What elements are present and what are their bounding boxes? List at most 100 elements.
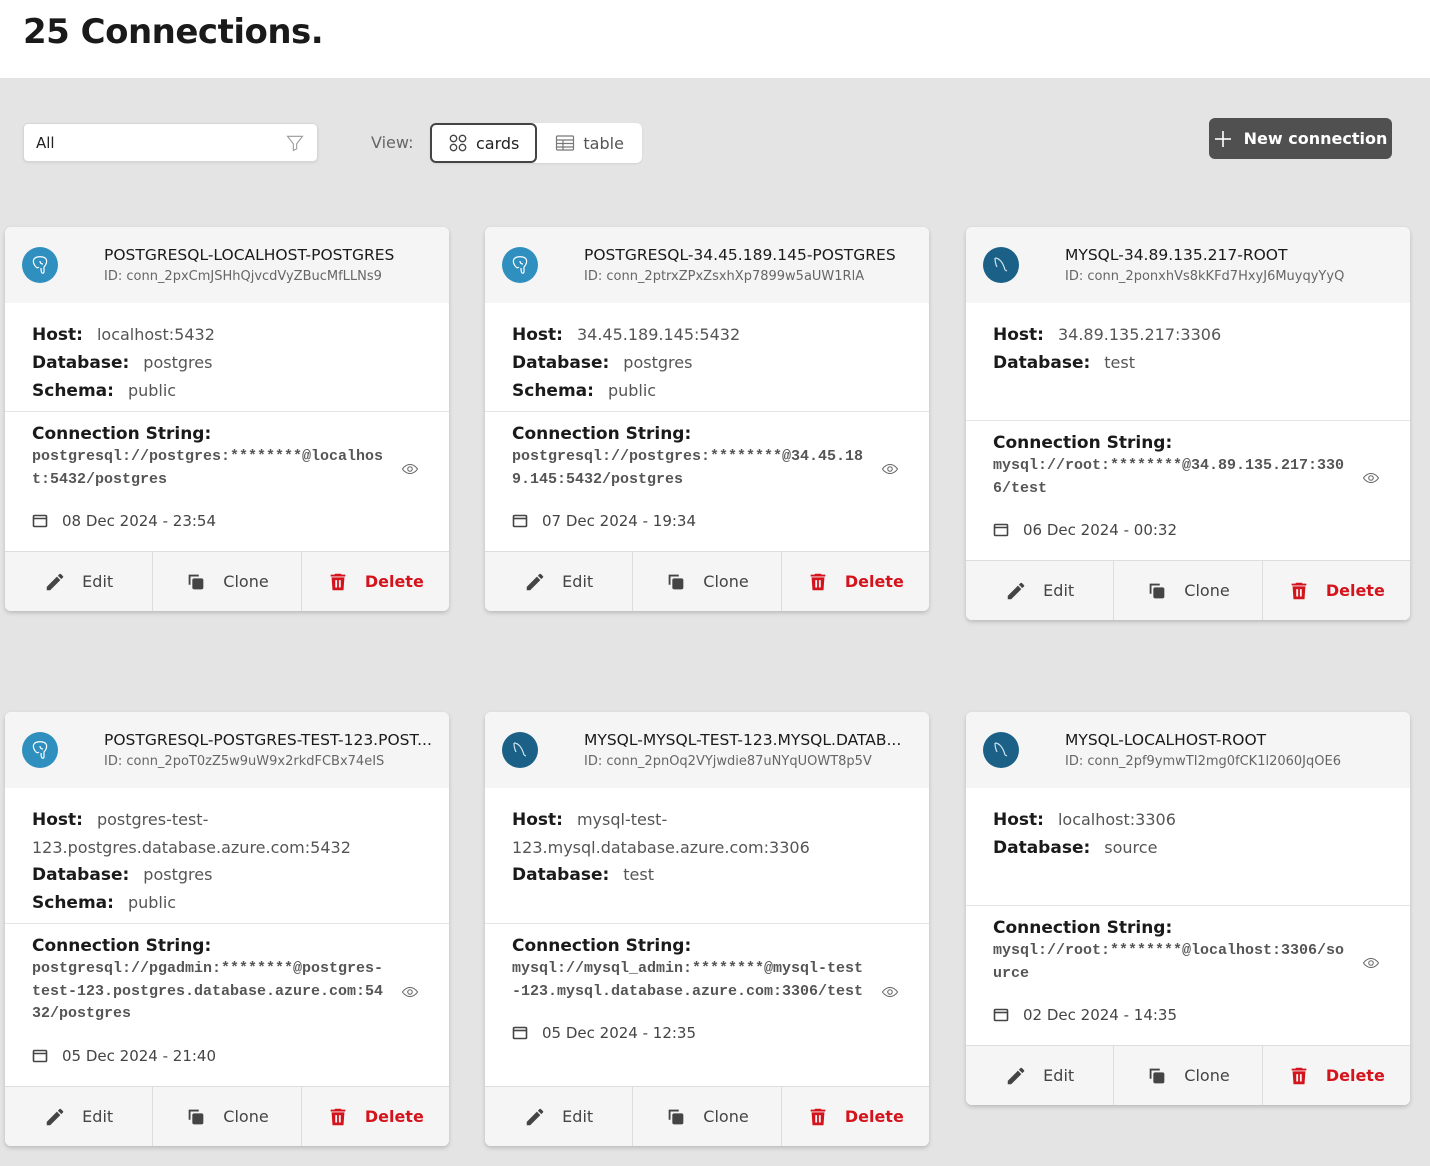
connection-title: POSTGRESQL-34.45.189.145-POSTGRES (584, 246, 896, 264)
connection-string-label: Connection String: (993, 433, 1173, 453)
eye-icon[interactable] (1362, 469, 1380, 487)
clone-button[interactable]: Clone (633, 1087, 782, 1146)
database-value: postgres (143, 353, 213, 372)
edit-button[interactable]: Edit (485, 1087, 634, 1146)
schema-label: Schema: (512, 381, 594, 401)
pencil-icon (526, 573, 544, 590)
view-table-button[interactable]: table (537, 123, 642, 163)
info-row-schema: Schema: public (32, 889, 422, 917)
edit-button[interactable]: Edit (966, 1046, 1115, 1105)
schema-value: public (127, 893, 177, 912)
filter-select[interactable]: All (23, 123, 318, 162)
info-row-database: Database: postgres (512, 349, 902, 377)
view-table-label: table (583, 133, 624, 153)
card-header: MYSQL-34.89.135.217-ROOT ID: conn_2ponxh… (966, 227, 1410, 303)
view-cards-label: cards (476, 133, 520, 153)
eye-icon[interactable] (881, 460, 899, 478)
card-header: POSTGRESQL-34.45.189.145-POSTGRES ID: co… (485, 227, 929, 303)
eye-icon[interactable] (881, 983, 899, 1001)
pencil-icon (526, 1108, 544, 1125)
database-value: source (1104, 838, 1158, 857)
delete-label: Delete (1325, 1066, 1385, 1085)
schema-label: Schema: (32, 381, 114, 401)
clone-button[interactable]: Clone (153, 1087, 302, 1146)
view-label: View: (371, 133, 414, 152)
connection-id: ID: conn_2ponxhVs8kKFd7HxyJ6MuyqyYyQ (1065, 269, 1345, 284)
calendar-icon (512, 1026, 528, 1040)
card-info: Host: localhost:5432 Database: postgres Sche… (5, 303, 449, 412)
host-label: Host: (993, 810, 1044, 830)
created-date: 02 Dec 2024 - 14:35 (993, 1006, 1383, 1024)
info-row-host: Host: localhost:5432 (32, 321, 422, 349)
view-toggle: cards table (430, 123, 642, 163)
edit-label: Edit (562, 1107, 594, 1126)
card-actions: Edit Clone Delete (5, 1086, 449, 1146)
edit-button[interactable]: Edit (966, 561, 1115, 620)
connection-card: MYSQL-34.89.135.217-ROOT ID: conn_2ponxh… (966, 227, 1410, 620)
db-logo (22, 247, 58, 283)
connection-title: MYSQL-MYSQL-TEST-123.MYSQL.DATAB... (584, 731, 902, 749)
calendar-icon (993, 1008, 1009, 1022)
card-actions: Edit Clone Delete (966, 560, 1410, 620)
card-header: POSTGRESQL-LOCALHOST-POSTGRES ID: conn_2… (5, 227, 449, 303)
eye-icon[interactable] (401, 460, 419, 478)
host-value: localhost:5432 (96, 325, 215, 344)
trash-icon (330, 573, 346, 590)
edit-button[interactable]: Edit (485, 552, 634, 611)
connection-card: POSTGRESQL-LOCALHOST-POSTGRES ID: conn_2… (5, 227, 449, 611)
calendar-icon (32, 1049, 48, 1062)
view-cards-button[interactable]: cards (430, 123, 538, 163)
card-info: Host: localhost:3306 Database: source (966, 788, 1410, 906)
clone-label: Clone (223, 572, 269, 591)
delete-button[interactable]: Delete (782, 1087, 929, 1146)
eye-icon[interactable] (401, 983, 419, 1001)
connection-string-value: mysql://root:********@34.89.135.217:3306… (993, 457, 1345, 497)
clone-icon (188, 574, 204, 589)
created-date: 05 Dec 2024 - 12:35 (512, 1024, 902, 1042)
created-date: 05 Dec 2024 - 21:40 (32, 1047, 422, 1065)
date-text: 08 Dec 2024 - 23:54 (62, 512, 216, 530)
card-info: Host: 34.89.135.217:3306 Database: test (966, 303, 1410, 421)
clone-icon (668, 1109, 684, 1124)
host-label: Host: (993, 325, 1044, 345)
delete-button[interactable]: Delete (1263, 561, 1410, 620)
connection-string-label: Connection String: (32, 936, 212, 956)
host-value: 34.89.135.217:3306 (1057, 325, 1222, 344)
connection-card: MYSQL-MYSQL-TEST-123.MYSQL.DATAB... ID: … (485, 712, 929, 1146)
schema-value: public (607, 381, 657, 400)
edit-label: Edit (1043, 1066, 1075, 1085)
postgres-logo-icon (32, 256, 48, 274)
connection-string-value: postgresql://postgres:********@localhost… (32, 448, 384, 488)
edit-button[interactable]: Edit (5, 552, 154, 611)
delete-button[interactable]: Delete (302, 1087, 449, 1146)
connection-title: MYSQL-34.89.135.217-ROOT (1065, 246, 1288, 264)
page-title: 25 Connections. (23, 12, 324, 52)
date-text: 07 Dec 2024 - 19:34 (542, 512, 696, 530)
new-connection-button[interactable]: New connection (1209, 118, 1392, 159)
database-label: Database: (32, 353, 130, 373)
card-connection-section: Connection String: mysql://mysql_admin:*… (485, 924, 929, 1086)
clone-button[interactable]: Clone (1114, 1046, 1263, 1105)
filter-icon (286, 135, 304, 151)
eye-icon[interactable] (1362, 954, 1380, 972)
clone-label: Clone (1184, 581, 1230, 600)
delete-button[interactable]: Delete (302, 552, 449, 611)
clone-label: Clone (703, 572, 749, 591)
clone-button[interactable]: Clone (153, 552, 302, 611)
connection-string-value: mysql://root:********@localhost:3306/sou… (993, 942, 1345, 982)
delete-button[interactable]: Delete (1263, 1046, 1410, 1105)
clone-icon (1149, 1068, 1165, 1083)
clone-button[interactable]: Clone (1114, 561, 1263, 620)
plus-icon (1214, 130, 1231, 147)
card-header: MYSQL-LOCALHOST-ROOT ID: conn_2pf9ymwTI2… (966, 712, 1410, 788)
connection-id: ID: conn_2poT0zZ5w9uW9x2rkdFCBx74eIS (104, 754, 385, 769)
edit-button[interactable]: Edit (5, 1087, 154, 1146)
clone-button[interactable]: Clone (633, 552, 782, 611)
connection-title: MYSQL-LOCALHOST-ROOT (1065, 731, 1267, 749)
card-info: Host: postgres-test-123.postgres.database… (5, 788, 449, 924)
postgres-logo-icon (512, 256, 528, 274)
clone-label: Clone (703, 1107, 749, 1126)
delete-button[interactable]: Delete (782, 552, 929, 611)
info-row-database: Database: postgres (32, 349, 422, 377)
connection-id: ID: conn_2ptrxZPxZsxhXp7899w5aUW1RlA (584, 269, 865, 284)
